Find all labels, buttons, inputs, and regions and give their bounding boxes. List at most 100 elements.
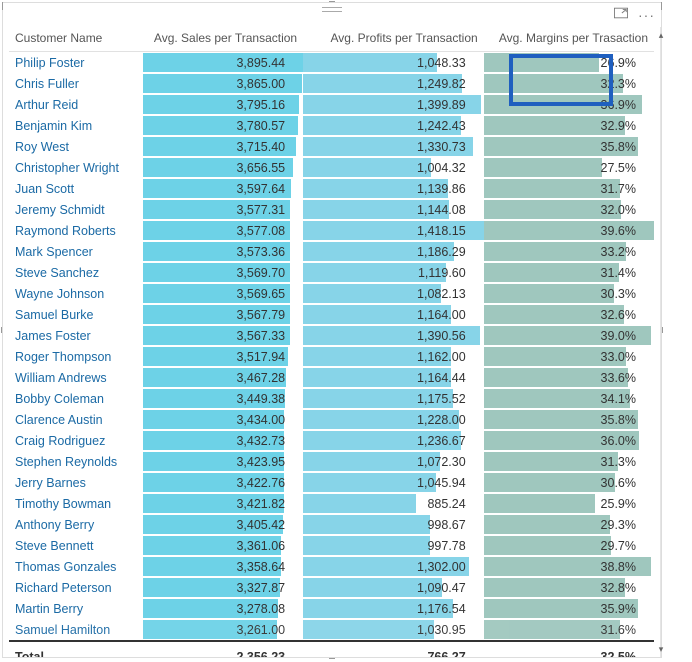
totals-label: Total — [9, 641, 143, 657]
cell-profits: 1,390.56 — [303, 325, 484, 346]
cell-customer-name: Wayne Johnson — [9, 283, 143, 304]
table-row[interactable]: Jeremy Schmidt3,577.311,144.0832.0% — [9, 199, 654, 220]
more-options-icon[interactable]: ··· — [638, 10, 655, 20]
table-row[interactable]: Clarence Austin3,434.001,228.0035.8% — [9, 409, 654, 430]
col-header-sales[interactable]: Avg. Sales per Transaction — [143, 27, 303, 52]
table-row[interactable]: Martin Berry3,278.081,176.5435.9% — [9, 598, 654, 619]
drag-handle-icon[interactable] — [322, 7, 342, 12]
table-row[interactable]: Samuel Hamilton3,261.001,030.9531.6% — [9, 619, 654, 641]
margins-bar — [484, 284, 614, 303]
table-row[interactable]: Stephen Reynolds3,423.951,072.3031.3% — [9, 451, 654, 472]
cell-sales: 3,467.28 — [143, 367, 303, 388]
sales-value: 3,656.55 — [236, 161, 285, 175]
table-row[interactable]: Arthur Reid3,795.161,399.8936.9% — [9, 94, 654, 115]
profits-value: 1,186.29 — [417, 245, 466, 259]
cell-customer-name: Mark Spencer — [9, 241, 143, 262]
margins-value: 33.6% — [601, 371, 636, 385]
col-header-margins[interactable]: Avg. Margins per Trasaction — [484, 27, 654, 52]
cell-customer-name: Jerry Barnes — [9, 472, 143, 493]
profits-value: 997.78 — [427, 539, 465, 553]
table-row[interactable]: Juan Scott3,597.641,139.8631.7% — [9, 178, 654, 199]
sales-value: 3,865.00 — [236, 77, 285, 91]
focus-mode-icon[interactable] — [614, 7, 628, 22]
margins-bar — [484, 515, 610, 534]
table-row[interactable]: Roger Thompson3,517.941,162.0033.0% — [9, 346, 654, 367]
cell-margins: 26.9% — [484, 52, 654, 74]
cell-customer-name: Craig Rodriguez — [9, 430, 143, 451]
cell-customer-name: James Foster — [9, 325, 143, 346]
table-row[interactable]: Jerry Barnes3,422.761,045.9430.6% — [9, 472, 654, 493]
sales-value: 3,421.82 — [236, 497, 285, 511]
cell-profits: 1,119.60 — [303, 262, 484, 283]
cell-sales: 3,261.00 — [143, 619, 303, 641]
cell-customer-name: Steve Bennett — [9, 535, 143, 556]
table-row[interactable]: Benjamin Kim3,780.571,242.4332.9% — [9, 115, 654, 136]
cell-margins: 32.9% — [484, 115, 654, 136]
col-header-name[interactable]: Customer Name — [9, 27, 143, 52]
table-row[interactable]: Anthony Berry3,405.42998.6729.3% — [9, 514, 654, 535]
totals-row: Total 2,356.23 766.27 32.5% — [9, 641, 654, 657]
profits-value: 1,030.95 — [417, 623, 466, 637]
sales-value: 3,517.94 — [236, 350, 285, 364]
cell-margins: 39.0% — [484, 325, 654, 346]
table-row[interactable]: Bobby Coleman3,449.381,175.5234.1% — [9, 388, 654, 409]
table-row[interactable]: William Andrews3,467.281,164.4433.6% — [9, 367, 654, 388]
cell-customer-name: Christopher Wright — [9, 157, 143, 178]
margins-value: 32.0% — [601, 203, 636, 217]
sales-value: 3,780.57 — [236, 119, 285, 133]
table-row[interactable]: Chris Fuller3,865.001,249.8232.3% — [9, 73, 654, 94]
sales-value: 3,597.64 — [236, 182, 285, 196]
margins-value: 39.6% — [601, 224, 636, 238]
table-row[interactable]: Richard Peterson3,327.871,090.4732.8% — [9, 577, 654, 598]
table-row[interactable]: Thomas Gonzales3,358.641,302.0038.8% — [9, 556, 654, 577]
margins-value: 35.8% — [601, 140, 636, 154]
cell-margins: 35.8% — [484, 409, 654, 430]
vertical-scrollbar[interactable]: ▴ ▾ — [660, 27, 661, 657]
sales-value: 3,361.06 — [236, 539, 285, 553]
margins-bar — [484, 53, 600, 72]
table-row[interactable]: Samuel Burke3,567.791,164.0032.6% — [9, 304, 654, 325]
table-row[interactable]: Wayne Johnson3,569.651,082.1330.3% — [9, 283, 654, 304]
margins-bar — [484, 263, 619, 282]
cell-customer-name: Roy West — [9, 136, 143, 157]
margins-value: 32.8% — [601, 581, 636, 595]
cell-sales: 3,569.65 — [143, 283, 303, 304]
cell-profits: 1,144.08 — [303, 199, 484, 220]
profits-value: 1,164.00 — [417, 308, 466, 322]
table-row[interactable]: James Foster3,567.331,390.5639.0% — [9, 325, 654, 346]
table-row[interactable]: Mark Spencer3,573.361,186.2933.2% — [9, 241, 654, 262]
cell-sales: 3,517.94 — [143, 346, 303, 367]
cell-customer-name: Roger Thompson — [9, 346, 143, 367]
cell-sales: 3,573.36 — [143, 241, 303, 262]
cell-sales: 3,795.16 — [143, 94, 303, 115]
col-header-profits[interactable]: Avg. Profits per Transaction — [303, 27, 484, 52]
table-row[interactable]: Roy West3,715.401,330.7335.8% — [9, 136, 654, 157]
table-row[interactable]: Craig Rodriguez3,432.731,236.6736.0% — [9, 430, 654, 451]
table-row[interactable]: Philip Foster3,895.441,048.3326.9% — [9, 52, 654, 74]
margins-value: 29.7% — [601, 539, 636, 553]
profits-value: 1,302.00 — [417, 560, 466, 574]
table-row[interactable]: Christopher Wright3,656.551,004.3227.5% — [9, 157, 654, 178]
table-row[interactable]: Steve Bennett 3,361.06 997.78 29.7% — [9, 535, 654, 556]
table-visual[interactable]: ··· Customer Name Avg. Sales per Transac… — [2, 2, 662, 658]
profits-value: 1,144.08 — [417, 203, 466, 217]
cell-sales: 3,567.79 — [143, 304, 303, 325]
profits-value: 1,139.86 — [417, 182, 466, 196]
cell-sales: 3,567.33 — [143, 325, 303, 346]
cell-margins: 32.6% — [484, 304, 654, 325]
cell-margins: 30.6% — [484, 472, 654, 493]
sales-value: 3,405.42 — [236, 518, 285, 532]
table-row[interactable]: Raymond Roberts3,577.081,418.1539.6% — [9, 220, 654, 241]
table-row[interactable]: Timothy Bowman3,421.82885.2425.9% — [9, 493, 654, 514]
table-row[interactable]: Steve Sanchez3,569.701,119.6031.4% — [9, 262, 654, 283]
cell-margins: 35.8% — [484, 136, 654, 157]
cell-profits: 1,418.15 — [303, 220, 484, 241]
cell-sales: 3,865.00 — [143, 73, 303, 94]
cell-sales: 3,327.87 — [143, 577, 303, 598]
cell-profits: 1,175.52 — [303, 388, 484, 409]
cell-customer-name: Benjamin Kim — [9, 115, 143, 136]
margins-value: 30.3% — [601, 287, 636, 301]
margins-value: 35.9% — [601, 602, 636, 616]
sales-value: 3,577.31 — [236, 203, 285, 217]
sales-value: 3,569.70 — [236, 266, 285, 280]
